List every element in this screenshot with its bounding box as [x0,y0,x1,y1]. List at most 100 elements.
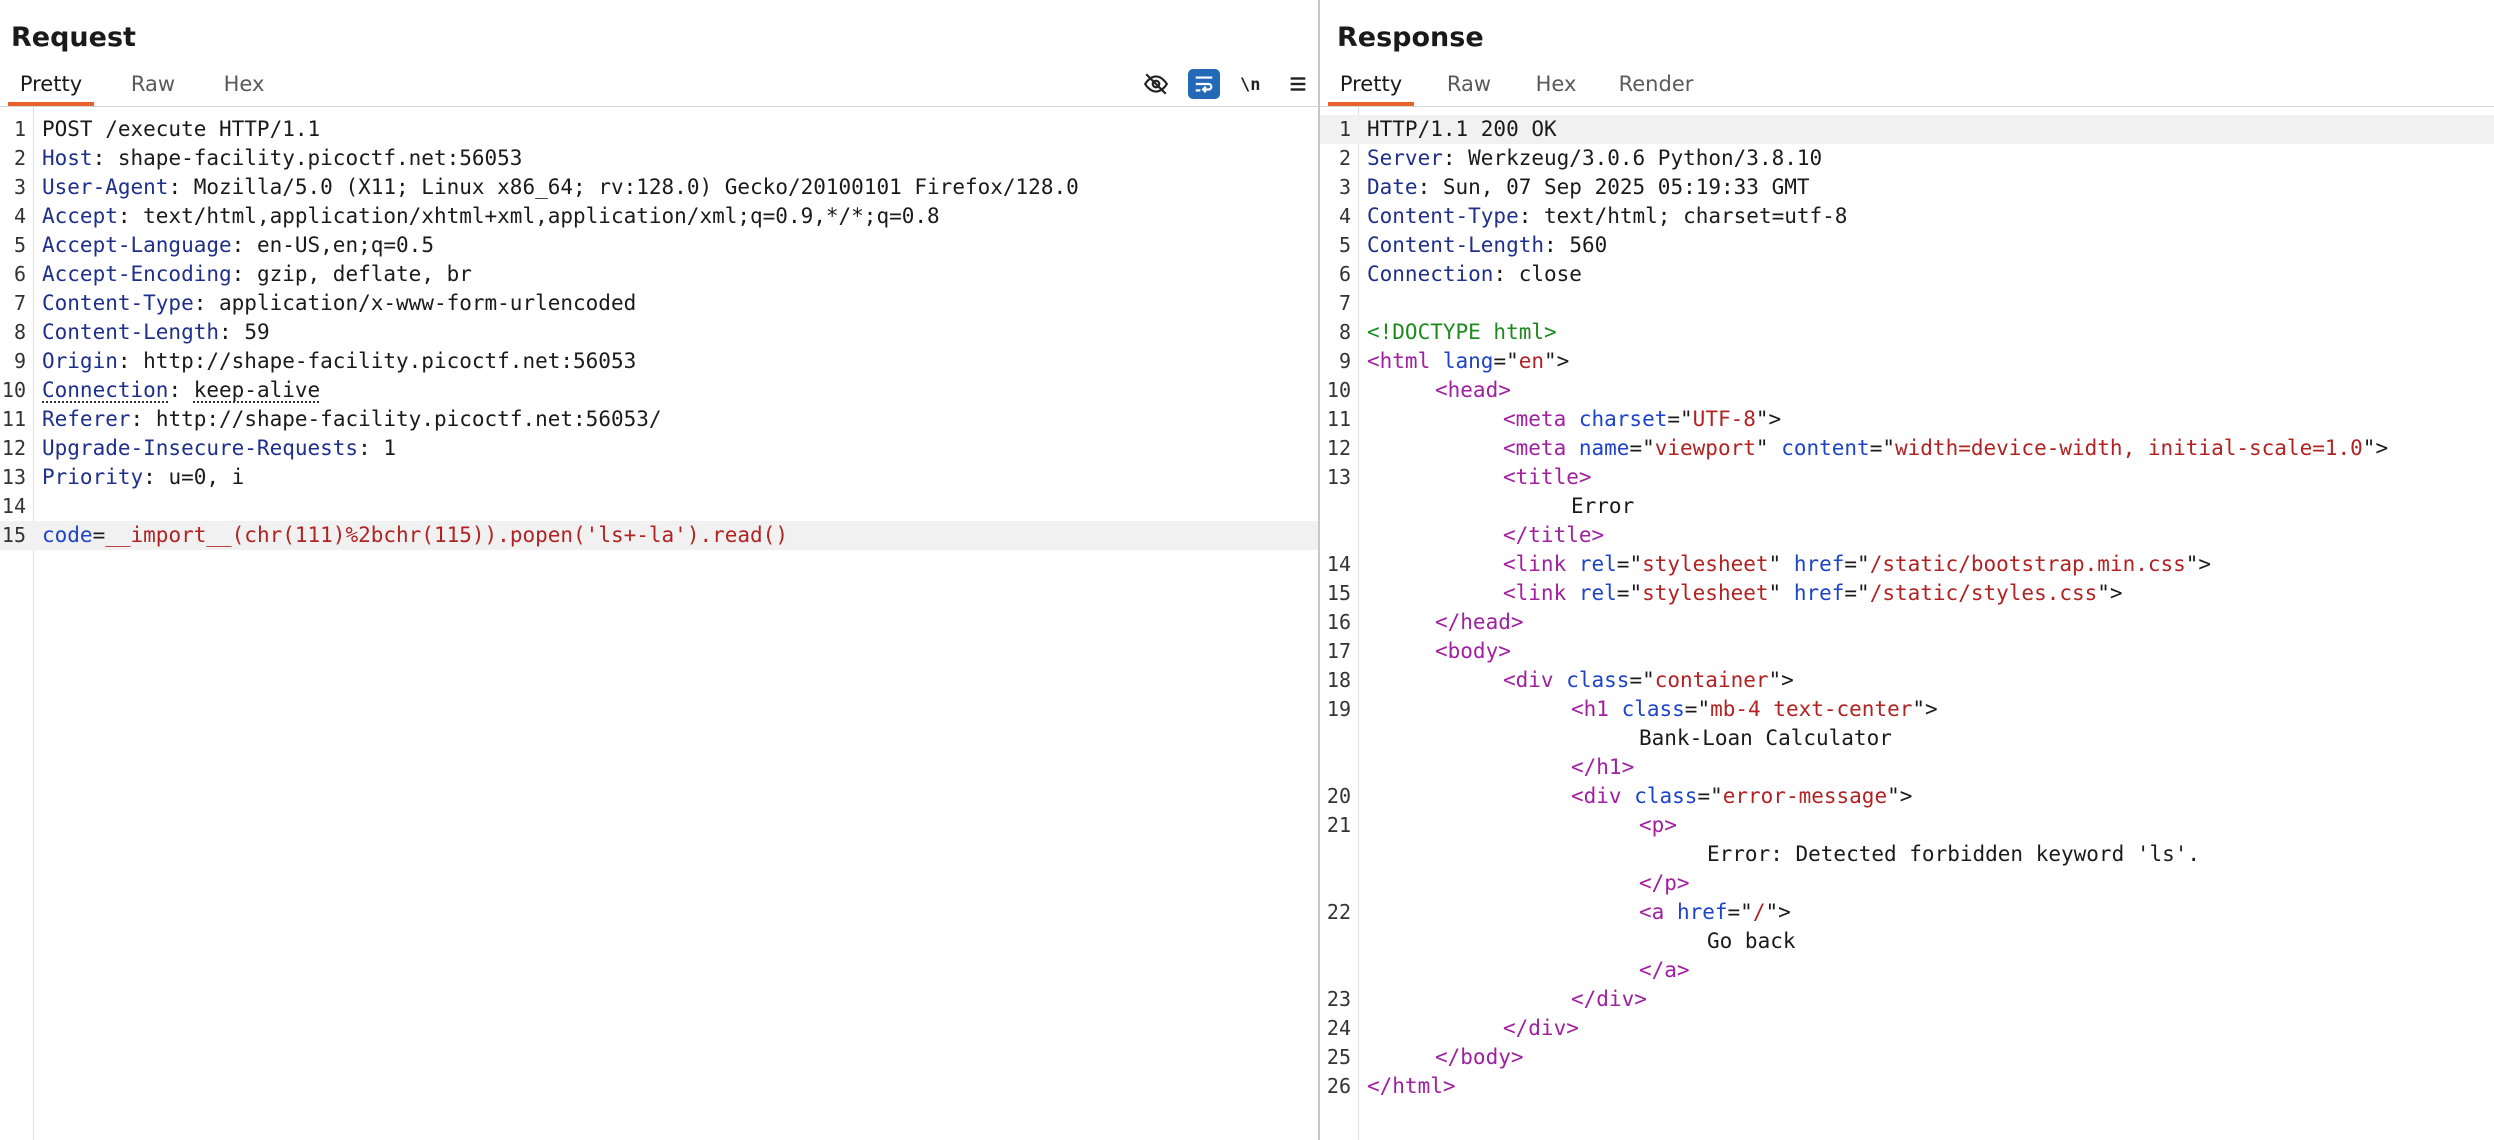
header-name: Date [1367,175,1418,199]
line-number: 12 [1326,436,1351,460]
response-body-line: 26 </html> [1320,1072,2494,1101]
code-text: Error: Detected forbidden keyword 'ls'. [1707,840,2200,869]
code-text: Priority: u=0, i [42,463,244,492]
header-name: Accept [42,204,118,228]
menu-icon[interactable] [1280,66,1316,102]
html-text: =" [1869,436,1895,460]
response-tab-pretty[interactable]: Pretty [1328,64,1414,106]
code-text: Referer: http://shape-facility.picoctf.n… [42,405,662,434]
header-separator: : [231,262,257,286]
code-text: Connection: close [1367,260,1582,289]
line-number: 7 [1338,291,1351,315]
eye-slash-icon[interactable] [1138,66,1174,102]
html-attribute: href [1793,552,1845,576]
line-number: 11 [1326,407,1351,431]
header-value: 59 [244,320,270,344]
html-tag: <link [1503,581,1579,605]
response-header-line: 7 [1320,289,2494,318]
html-attribute: class [1621,697,1685,721]
code-text: </html> [1367,1072,1456,1101]
response-editor[interactable]: 1 HTTP/1.1 200 OK 2 Server: Werkzeug/3.0.6 … [1320,107,2494,1140]
code-text: <div class="error-message"> [1571,782,1912,811]
response-tab-render[interactable]: Render [1610,64,1702,104]
header-name: Referer [42,407,131,431]
response-title: Response [1337,22,1484,53]
line-number: 10 [1326,378,1351,402]
line-number: 4 [13,204,26,228]
code-text: Content-Length: 59 [42,318,270,347]
header-name: Origin [42,349,118,373]
html-tag: <div [1503,668,1567,692]
code-text: <title> [1503,463,1592,492]
html-tag: </div> [1503,1016,1579,1040]
code-text: <meta charset="UTF-8"> [1503,405,1781,434]
request-tab-pretty[interactable]: Pretty [8,64,94,106]
request-line: 2 Host: shape-facility.picoctf.net:56053 [0,144,1318,173]
request-line: 3 User-Agent: Mozilla/5.0 (X11; Linux x86… [0,173,1318,202]
html-tag: </head> [1435,610,1524,634]
svg-text:\n: \n [1240,75,1260,95]
html-tag: <head> [1435,378,1511,402]
response-body-line: 10 <head> [1320,376,2494,405]
response-tab-raw[interactable]: Raw [1434,64,1504,104]
html-tag: </p> [1639,871,1690,895]
html-text: =" [1616,581,1643,605]
html-text: =" [1697,784,1723,808]
wrap-icon[interactable] [1188,69,1220,99]
html-attribute: content [1781,436,1870,460]
request-tab-hex[interactable]: Hex [212,64,276,104]
response-body-line: </a> [1320,956,2494,985]
attribute-value: width=device-width, initial-scale=1.0 [1895,436,2363,460]
line-number: 8 [1338,320,1351,344]
header-name: Accept-Language [42,233,232,257]
status-line-text: HTTP/1.1 200 OK [1367,117,1557,141]
header-value: application/x-www-form-urlencoded [219,291,637,315]
response-header-line: 1 HTTP/1.1 200 OK [1320,115,2494,144]
attribute-value: en [1518,349,1545,373]
html-tag: </h1> [1571,755,1635,779]
html-text: =" [1844,552,1870,576]
html-text: Error: Detected forbidden keyword 'ls'. [1707,842,2201,866]
line-number: 6 [13,262,26,286]
request-tab-raw[interactable]: Raw [118,64,188,104]
code-text: Content-Type: application/x-www-form-url… [42,289,636,318]
header-name: Accept-Encoding [42,262,232,286]
code-text: <link rel="stylesheet" href="/static/sty… [1503,579,2123,608]
html-tag: </body> [1435,1045,1524,1069]
html-tag: <body> [1435,639,1511,663]
response-tabs: Pretty Raw Hex Render [1320,64,2494,107]
header-value: Mozilla/5.0 (X11; Linux x86_64; rv:128.0… [193,175,1079,199]
code-text: <link rel="stylesheet" href="/static/boo… [1503,550,2211,579]
code-text: <!DOCTYPE html> [1367,318,1557,347]
line-number: 3 [1338,175,1351,199]
request-line: 14 [0,492,1318,521]
html-text: "> [1912,697,1938,721]
response-body-line: Bank-Loan Calculator [1320,724,2494,753]
code-text: <head> [1435,376,1511,405]
request-title: Request [11,22,136,53]
response-pane: Response Pretty Raw Hex Render 1 HTTP/1.1… [1320,0,2494,1140]
response-tab-hex[interactable]: Hex [1524,64,1588,104]
html-tag: </a> [1639,958,1690,982]
code-text: Content-Type: text/html; charset=utf-8 [1367,202,1847,231]
html-text: " [1755,436,1782,460]
attribute-value: /static/bootstrap.min.css [1869,552,2186,576]
header-separator: : [1544,233,1570,257]
line-number: 8 [13,320,26,344]
code-text: </div> [1571,985,1647,1014]
html-text: =" [1684,697,1711,721]
response-body-line: 16 </head> [1320,608,2494,637]
response-body-line: 12 <meta name="viewport" content="width=d… [1320,434,2494,463]
header-name: Content-Type [1367,204,1519,228]
newline-icon[interactable]: \n [1234,66,1270,102]
html-tag: <p> [1639,813,1677,837]
html-text: =" [1844,581,1870,605]
response-body-line: 17 <body> [1320,637,2494,666]
request-editor[interactable]: 1 POST /execute HTTP/1.1 2 Host: shape-faci… [0,107,1318,1140]
html-tag: <meta [1503,436,1579,460]
request-line: 6 Accept-Encoding: gzip, deflate, br [0,260,1318,289]
header-value: u=0, i [168,465,245,489]
request-pane: Request Pretty Raw Hex \n 1 POST /execute… [0,0,1318,1140]
code-text: HTTP/1.1 200 OK [1367,115,1557,144]
html-attribute: name [1578,436,1630,460]
